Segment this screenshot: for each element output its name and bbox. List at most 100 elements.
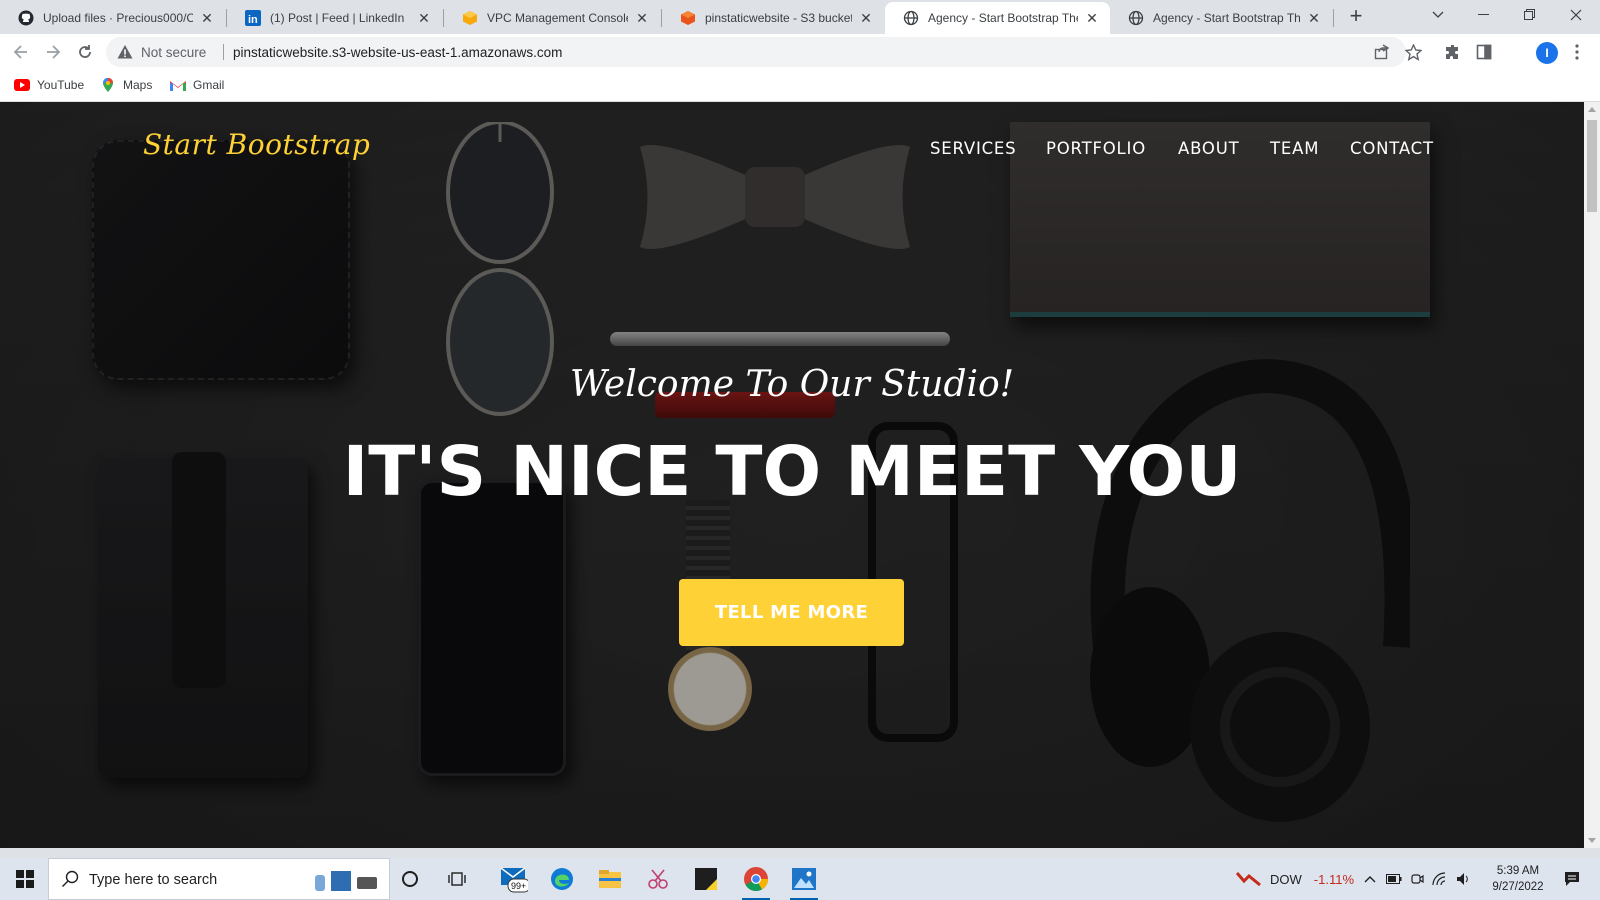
taskbar-search-box[interactable]: Type here to search [48, 858, 390, 900]
browser-tab[interactable]: Upload files · Precious000/Cre ✕ [0, 2, 225, 34]
task-view-icon[interactable] [443, 865, 471, 893]
maps-icon [100, 77, 116, 93]
edge-icon[interactable] [548, 865, 576, 893]
minimize-icon[interactable] [1462, 0, 1506, 30]
search-icon [61, 870, 79, 893]
aws-icon [462, 10, 478, 26]
clock-time: 5:39 AM [1496, 865, 1540, 877]
scrollbar-thumb[interactable] [1587, 120, 1597, 212]
scroll-down-icon[interactable] [1588, 838, 1596, 843]
bookmark-label: YouTube [37, 78, 85, 92]
page-scrollbar[interactable] [1584, 102, 1600, 848]
address-bar[interactable]: Not secure pinstaticwebsite.s3-website-u… [106, 37, 1406, 67]
chrome-icon[interactable] [742, 865, 770, 900]
close-icon[interactable]: ✕ [1306, 10, 1322, 27]
close-icon[interactable]: ✕ [416, 10, 432, 27]
close-icon[interactable]: ✕ [634, 10, 650, 27]
tab-title: Agency - Start Bootstrap The [1153, 11, 1300, 25]
snipping-tool-icon[interactable] [644, 865, 672, 893]
nav-link-portfolio[interactable]: PORTFOLIO [1046, 139, 1146, 158]
tab-title: Agency - Start Bootstrap The [928, 11, 1078, 25]
sticky-notes-icon[interactable] [692, 865, 720, 893]
forward-icon[interactable] [42, 41, 64, 63]
back-icon[interactable] [10, 41, 32, 63]
tab-title: Upload files · Precious000/Cre [43, 11, 193, 25]
clock[interactable]: 5:39 AM 9/27/2022 [1488, 863, 1548, 895]
globe-icon [903, 10, 919, 26]
svg-text:in: in [248, 14, 258, 26]
stock-down-icon [1236, 872, 1261, 887]
mail-badge: 99+ [511, 881, 526, 891]
tab-strip: Upload files · Precious000/Cre ✕ in (1) … [0, 0, 1600, 34]
photos-icon[interactable] [790, 865, 818, 900]
notifications-icon[interactable] [1564, 858, 1580, 900]
star-icon[interactable] [1404, 43, 1422, 61]
bookmarks-bar: YouTube Maps Gmail [0, 70, 1600, 102]
bookmark-label: Maps [123, 78, 153, 92]
clock-date: 9/27/2022 [1492, 881, 1544, 893]
stock-change: -1.11% [1313, 871, 1355, 887]
browser-tab-active[interactable]: Agency - Start Bootstrap The ✕ [885, 2, 1110, 34]
globe-icon [1128, 10, 1144, 26]
brand-logo[interactable]: Start Bootstrap [143, 128, 370, 161]
share-icon[interactable] [1373, 43, 1391, 61]
close-icon[interactable]: ✕ [1084, 10, 1100, 27]
close-window-icon[interactable] [1554, 0, 1598, 30]
close-icon[interactable]: ✕ [199, 10, 215, 27]
stock-widget[interactable]: DOW -1.11% [1236, 858, 1354, 900]
profile-avatar[interactable]: I [1536, 42, 1558, 64]
reload-icon[interactable] [74, 41, 96, 63]
bookmark-maps[interactable]: Maps [100, 77, 152, 93]
side-panel-icon[interactable] [1475, 43, 1493, 61]
gmail-icon [170, 77, 186, 93]
tab-separator [1333, 9, 1334, 27]
nav-link-services[interactable]: SERVICES [930, 139, 1016, 158]
restore-icon[interactable] [1508, 0, 1552, 30]
youtube-icon [14, 77, 30, 93]
browser-tab[interactable]: pinstaticwebsite - S3 bucket ✕ [662, 2, 884, 34]
new-tab-button[interactable]: + [1344, 5, 1368, 29]
tab-title: (1) Post | Feed | LinkedIn [270, 11, 405, 25]
battery-icon[interactable] [1386, 858, 1402, 900]
browser-tab[interactable]: Agency - Start Bootstrap The ✕ [1110, 2, 1332, 34]
hero-subheading: Welcome To Our Studio! [569, 364, 1015, 405]
tab-title: pinstaticwebsite - S3 bucket [705, 11, 852, 25]
show-hidden-icons[interactable] [1364, 858, 1376, 900]
bookmark-youtube[interactable]: YouTube [14, 77, 84, 93]
tab-title: VPC Management Console [487, 11, 628, 25]
file-explorer-icon[interactable] [596, 865, 624, 893]
windows-start-icon[interactable] [16, 870, 34, 888]
windows-taskbar: Type here to search 99+ DOW -1.11% 5:39 … [0, 858, 1600, 900]
stock-label: DOW [1270, 871, 1302, 887]
browser-tab[interactable]: in (1) Post | Feed | LinkedIn ✕ [227, 2, 442, 34]
extensions-icon[interactable] [1444, 43, 1462, 61]
menu-icon[interactable] [1568, 43, 1586, 61]
bookmark-label: Gmail [193, 78, 225, 92]
url-text[interactable]: pinstaticwebsite.s3-website-us-east-1.am… [233, 45, 562, 60]
volume-icon[interactable] [1456, 858, 1472, 900]
tab-search-icon[interactable] [1416, 0, 1460, 30]
scroll-up-icon[interactable] [1588, 107, 1596, 112]
security-label: Not secure [141, 45, 207, 60]
search-highlight-icon [311, 867, 381, 898]
website-viewport: Start Bootstrap SERVICES PORTFOLIO ABOUT… [0, 102, 1584, 848]
nav-link-about[interactable]: ABOUT [1178, 139, 1239, 158]
divider [223, 44, 224, 60]
warning-icon[interactable] [117, 44, 133, 60]
browser-tab[interactable]: VPC Management Console ✕ [444, 2, 660, 34]
search-placeholder: Type here to search [89, 872, 218, 888]
nav-link-team[interactable]: TEAM [1270, 139, 1319, 158]
tell-me-more-button[interactable]: TELL ME MORE [679, 579, 904, 646]
nav-link-contact[interactable]: CONTACT [1350, 139, 1434, 158]
aws-s3-icon [680, 10, 696, 26]
bookmark-gmail[interactable]: Gmail [170, 77, 224, 93]
wifi-icon[interactable] [1432, 858, 1448, 900]
github-icon [18, 10, 34, 26]
hero-heading: IT'S NICE TO MEET YOU [342, 432, 1242, 512]
close-icon[interactable]: ✕ [858, 10, 874, 27]
mail-icon[interactable]: 99+ [500, 865, 528, 893]
linkedin-icon: in [245, 10, 261, 26]
cortana-icon[interactable] [396, 865, 424, 893]
browser-toolbar: Not secure pinstaticwebsite.s3-website-u… [0, 34, 1600, 70]
meet-now-icon[interactable] [1410, 858, 1424, 900]
